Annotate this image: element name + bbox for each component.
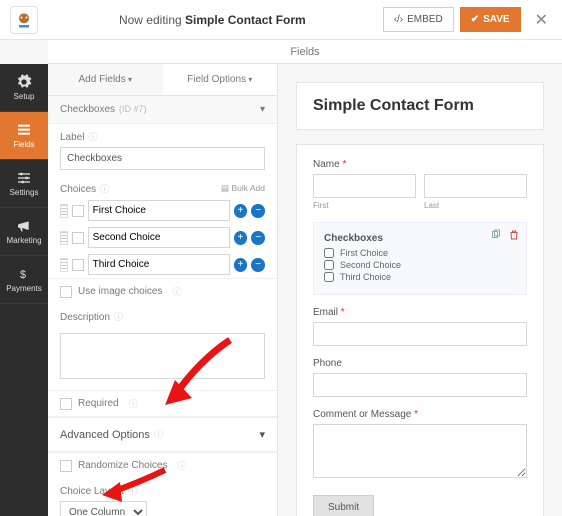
- choice-row: + −: [48, 224, 277, 251]
- choice-input[interactable]: [88, 254, 230, 275]
- email-label: Email: [313, 307, 527, 318]
- save-button[interactable]: ✔ SAVE: [460, 7, 521, 32]
- use-image-checkbox[interactable]: [60, 286, 72, 298]
- nav-marketing[interactable]: Marketing: [0, 208, 48, 256]
- choice-default-checkbox[interactable]: [72, 205, 84, 217]
- randomize-checkbox[interactable]: [60, 460, 72, 472]
- choice-input[interactable]: [88, 227, 230, 248]
- add-choice-icon[interactable]: +: [234, 204, 248, 218]
- duplicate-icon[interactable]: [490, 229, 502, 241]
- help-icon[interactable]: ⓘ: [178, 459, 187, 472]
- phone-input[interactable]: [313, 373, 527, 397]
- phone-label: Phone: [313, 358, 527, 369]
- code-icon: ‹/›: [394, 14, 403, 25]
- editing-label: Now editing Simple Contact Form: [48, 13, 377, 27]
- field-options-panel: Add Fields Field Options Checkboxes(ID #…: [48, 64, 278, 516]
- choice-input[interactable]: [88, 200, 230, 221]
- email-input[interactable]: [313, 322, 527, 346]
- comment-label: Comment or Message: [313, 409, 527, 420]
- chevron-down-icon: ▾: [259, 428, 265, 441]
- nav-setup[interactable]: Setup: [0, 64, 48, 112]
- app-logo: [10, 6, 38, 34]
- close-icon[interactable]: ✕: [531, 10, 552, 30]
- help-icon[interactable]: ⓘ: [172, 285, 181, 298]
- advanced-options-toggle[interactable]: Advanced Optionsⓘ ▾: [48, 417, 277, 452]
- tab-add-fields[interactable]: Add Fields: [48, 64, 163, 95]
- embed-button[interactable]: ‹/› EMBED: [383, 7, 454, 32]
- choice-row: + −: [48, 197, 277, 224]
- preview-checkbox[interactable]: [324, 248, 334, 258]
- description-textarea[interactable]: [60, 333, 265, 379]
- megaphone-icon: [16, 218, 32, 234]
- add-choice-icon[interactable]: +: [234, 231, 248, 245]
- check-icon: ✔: [471, 14, 479, 25]
- help-icon[interactable]: ⓘ: [100, 184, 109, 194]
- nav-settings[interactable]: Settings: [0, 160, 48, 208]
- dollar-icon: $: [16, 266, 32, 282]
- help-icon[interactable]: ⓘ: [88, 132, 97, 142]
- sliders-icon: [16, 170, 32, 186]
- add-choice-icon[interactable]: +: [234, 258, 248, 272]
- list-icon: [16, 122, 32, 138]
- svg-text:$: $: [20, 269, 26, 281]
- drag-handle[interactable]: [60, 258, 68, 272]
- remove-choice-icon[interactable]: −: [251, 231, 265, 245]
- nav-payments[interactable]: $ Payments: [0, 256, 48, 304]
- remove-choice-icon[interactable]: −: [251, 204, 265, 218]
- help-icon[interactable]: ⓘ: [114, 312, 123, 322]
- drag-handle[interactable]: [60, 204, 68, 218]
- trash-icon[interactable]: [508, 229, 520, 241]
- choice-row: + −: [48, 251, 277, 278]
- help-icon[interactable]: ⓘ: [154, 430, 163, 440]
- name-label: Name: [313, 159, 527, 170]
- comment-textarea[interactable]: [313, 424, 527, 478]
- first-name-input[interactable]: [313, 174, 416, 198]
- label-label: Labelⓘ: [60, 130, 265, 143]
- label-input[interactable]: [60, 147, 265, 170]
- field-header[interactable]: Checkboxes(ID #7) ▾: [48, 96, 277, 124]
- choice-default-checkbox[interactable]: [72, 259, 84, 271]
- submit-button[interactable]: Submit: [313, 495, 374, 516]
- bulk-add-link[interactable]: ▤ Bulk Add: [221, 183, 265, 194]
- required-checkbox[interactable]: [60, 398, 72, 410]
- chevron-down-icon: ▾: [260, 104, 265, 115]
- description-label: Descriptionⓘ: [60, 310, 265, 323]
- gear-icon: [16, 74, 32, 90]
- checkboxes-field[interactable]: Checkboxes First Choice Second Choice Th…: [313, 222, 527, 295]
- form-preview: Simple Contact Form Name First Last: [278, 64, 562, 516]
- help-icon[interactable]: ⓘ: [129, 397, 138, 410]
- tab-field-options[interactable]: Field Options: [163, 64, 278, 95]
- choice-default-checkbox[interactable]: [72, 232, 84, 244]
- preview-checkbox[interactable]: [324, 260, 334, 270]
- last-name-input[interactable]: [424, 174, 527, 198]
- choice-layout-select[interactable]: One Column: [60, 501, 147, 516]
- help-icon[interactable]: ⓘ: [128, 486, 137, 496]
- remove-choice-icon[interactable]: −: [251, 258, 265, 272]
- drag-handle[interactable]: [60, 231, 68, 245]
- nav-fields[interactable]: Fields: [0, 112, 48, 160]
- choice-layout-label: Choice Layoutⓘ: [60, 484, 265, 497]
- preview-checkbox[interactable]: [324, 272, 334, 282]
- left-nav: Setup Fields Settings Marketing $ Paymen…: [0, 64, 48, 516]
- section-title: Fields: [48, 40, 562, 64]
- preview-title: Simple Contact Form: [313, 97, 527, 115]
